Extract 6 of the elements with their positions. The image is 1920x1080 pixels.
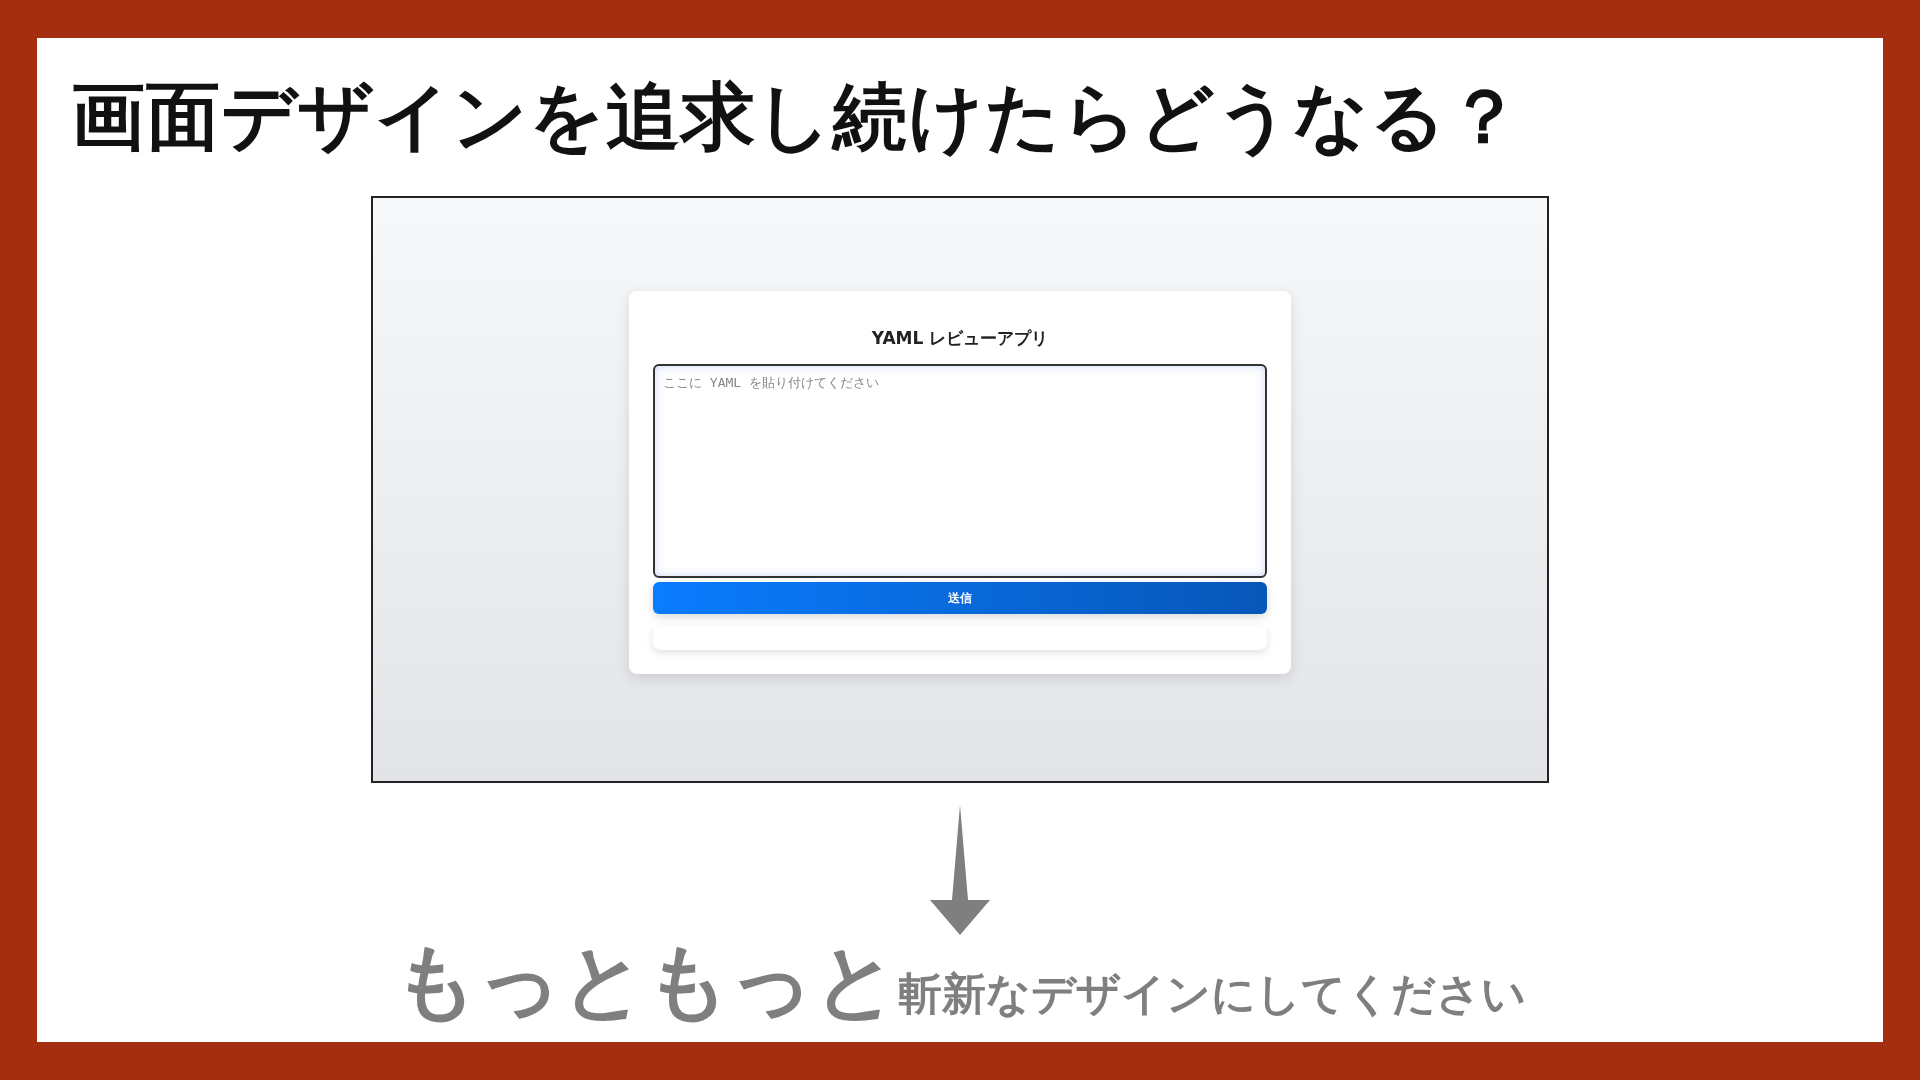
submit-button[interactable]: 送信 — [653, 582, 1267, 614]
yaml-input-field[interactable]: ここに YAML を貼り付けてください — [653, 364, 1267, 578]
prompt-emphasis-text: もっともっと — [394, 932, 898, 1030]
slide-title: 画面デザインを追求し続けたらどうなる？ — [71, 72, 1522, 161]
app-title: YAML レビューアプリ — [870, 327, 1050, 350]
prompt-text: 斬新なデザインにしてください — [898, 967, 1526, 1021]
